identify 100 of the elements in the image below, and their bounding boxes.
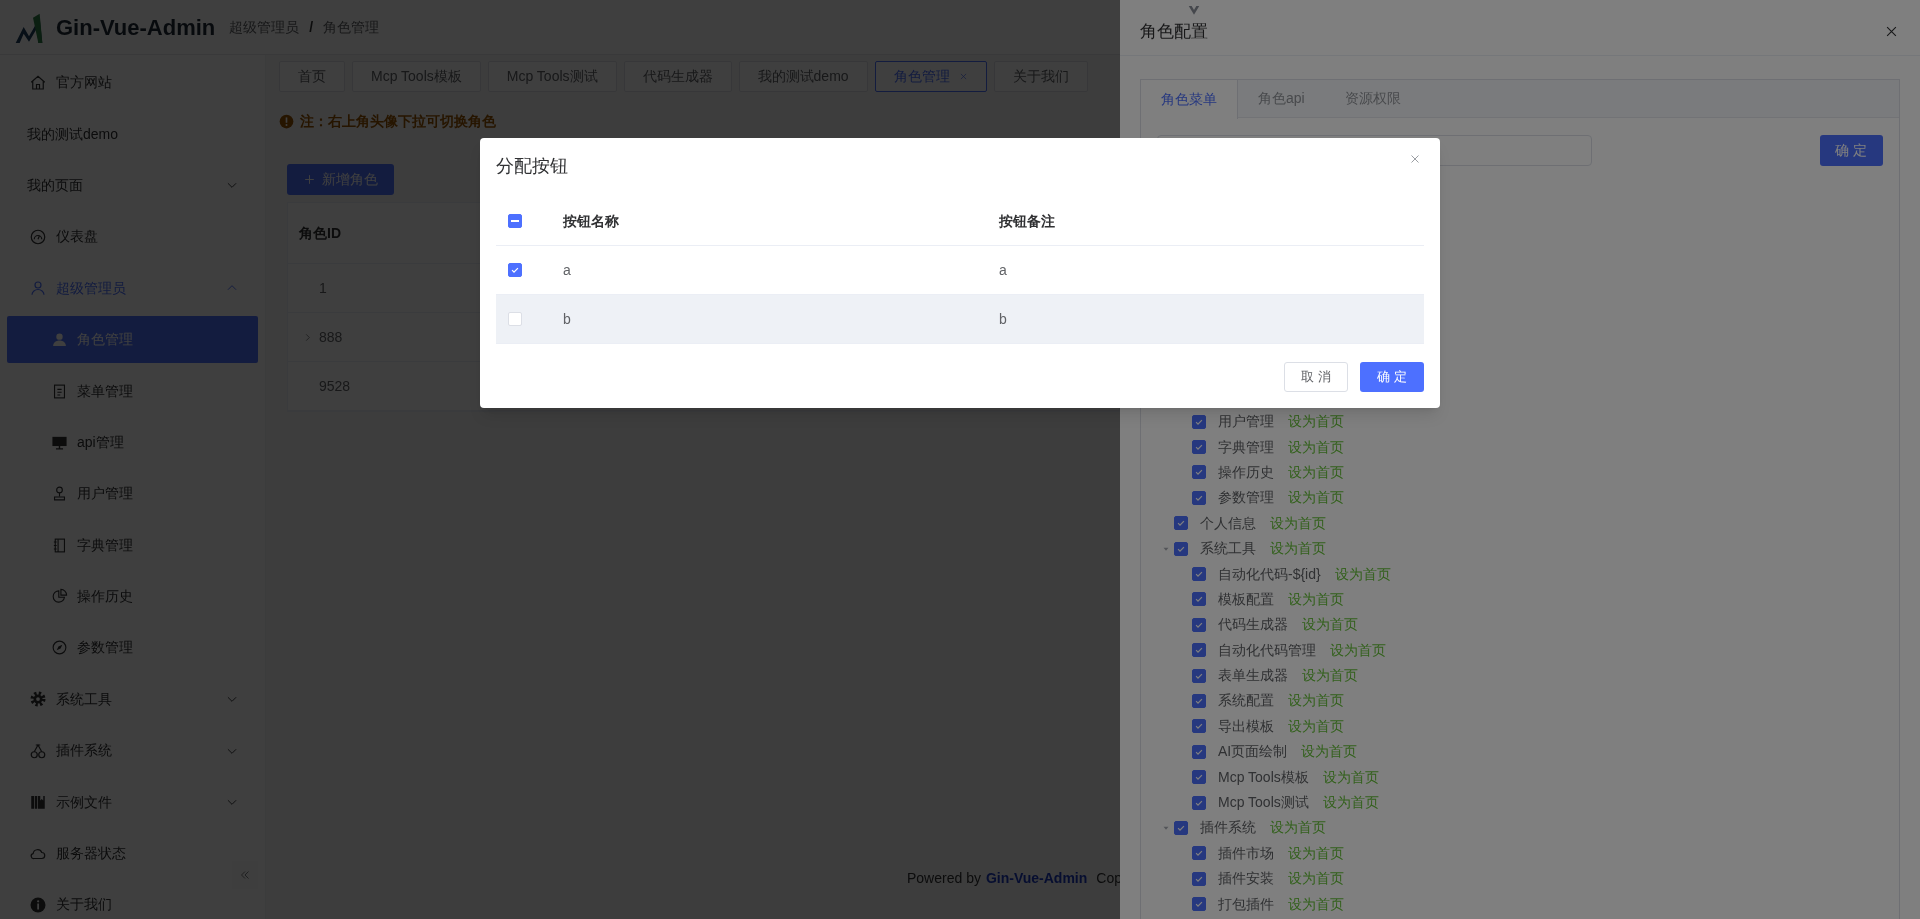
checkbox[interactable] xyxy=(1192,694,1206,708)
set-home-link[interactable]: 设为首页 xyxy=(1288,893,1344,915)
tree-item-label[interactable]: 系统配置 xyxy=(1218,690,1274,712)
check-icon xyxy=(1194,721,1204,732)
close-button[interactable] xyxy=(1409,153,1421,165)
tree-item-label[interactable]: 参数管理 xyxy=(1218,487,1274,509)
checkbox[interactable] xyxy=(1174,820,1188,835)
set-home-link[interactable]: 设为首页 xyxy=(1288,461,1344,483)
table-cell: b xyxy=(563,311,571,327)
user-filled-icon xyxy=(51,331,68,349)
document-icon xyxy=(51,382,68,400)
check-icon xyxy=(1194,696,1204,706)
notice-text: 注：右上角头像下拉可切换角色 xyxy=(300,111,496,131)
tree-item-label[interactable]: 自动化代码-${id} xyxy=(1218,563,1321,585)
set-home-link[interactable]: 设为首页 xyxy=(1288,411,1344,433)
tree-item-label[interactable]: 用户管理 xyxy=(1218,411,1274,433)
set-home-link[interactable]: 设为首页 xyxy=(1270,538,1326,560)
check-icon xyxy=(1194,848,1204,859)
checkbox[interactable] xyxy=(1192,465,1206,480)
set-home-link[interactable]: 设为首页 xyxy=(1288,690,1344,712)
logo-icon xyxy=(13,11,45,43)
table-cell: a xyxy=(999,262,1007,278)
check-icon xyxy=(1194,569,1204,580)
check-icon xyxy=(1194,594,1204,605)
checkbox[interactable] xyxy=(1192,643,1206,658)
tree-item-label[interactable]: 字典管理 xyxy=(1218,436,1274,458)
check-icon xyxy=(1194,442,1204,453)
column-header: 按钮备注 xyxy=(999,212,1055,229)
checkbox[interactable] xyxy=(1192,414,1206,429)
set-home-link[interactable]: 设为首页 xyxy=(1322,792,1379,814)
confirm-button[interactable]: 确定 xyxy=(1820,135,1883,166)
check-icon xyxy=(1194,645,1204,656)
tree-item-label[interactable]: 代码生成器 xyxy=(1218,614,1288,636)
set-home-link[interactable]: 设为首页 xyxy=(1270,817,1326,839)
tree-item-label[interactable]: Mcp Tools模板 xyxy=(1218,766,1309,788)
info-icon xyxy=(29,895,47,914)
set-home-link[interactable]: 设为首页 xyxy=(1302,614,1358,636)
tree-item-label[interactable]: 导出模板 xyxy=(1218,715,1274,737)
checkbox[interactable] xyxy=(1192,617,1206,632)
set-home-link[interactable]: 设为首页 xyxy=(1270,512,1326,534)
checkbox[interactable] xyxy=(1192,846,1206,861)
cherry-icon xyxy=(29,741,47,760)
checkbox[interactable] xyxy=(1192,795,1206,810)
set-home-link[interactable]: 设为首页 xyxy=(1330,639,1386,661)
set-home-link[interactable]: 设为首页 xyxy=(1288,868,1344,890)
tree-item-label[interactable]: 插件安装 xyxy=(1218,868,1274,890)
checkbox[interactable] xyxy=(508,213,522,228)
tree-item-label[interactable]: 打包插件 xyxy=(1218,893,1274,915)
tree-item-label[interactable]: 个人信息 xyxy=(1200,512,1256,534)
table-row[interactable]: b b xyxy=(496,295,1424,344)
checkbox[interactable] xyxy=(1192,770,1206,785)
set-home-link[interactable]: 设为首页 xyxy=(1288,487,1344,509)
set-home-link[interactable]: 设为首页 xyxy=(1288,842,1344,864)
checkbox[interactable] xyxy=(1192,668,1206,683)
compass-icon xyxy=(51,639,68,657)
tree-item-label[interactable]: 表单生成器 xyxy=(1218,665,1288,687)
set-home-link[interactable]: 设为首页 xyxy=(1288,588,1344,610)
set-home-link[interactable]: 设为首页 xyxy=(1334,563,1391,585)
checkbox[interactable] xyxy=(1192,440,1206,455)
checkbox[interactable] xyxy=(1174,541,1188,556)
tree-item-label[interactable]: 系统工具 xyxy=(1200,538,1256,560)
checkbox[interactable] xyxy=(1192,744,1206,759)
warning-icon xyxy=(279,113,294,129)
check-icon xyxy=(510,265,520,275)
tree-item-label[interactable]: 插件系统 xyxy=(1200,817,1256,839)
triangle-icon xyxy=(1186,3,1201,17)
checkbox[interactable] xyxy=(1192,897,1206,912)
checkbox[interactable] xyxy=(1174,516,1188,531)
home-icon xyxy=(29,73,47,92)
cancel-button[interactable]: 取消 xyxy=(1284,362,1348,392)
tree-item-label[interactable]: AI页面绘制 xyxy=(1218,741,1288,763)
tree-item-label[interactable]: Mcp Tools测试 xyxy=(1218,792,1309,814)
books-icon xyxy=(29,793,47,812)
confirm-button[interactable]: 确定 xyxy=(1360,362,1424,392)
checkbox[interactable] xyxy=(1192,719,1206,734)
breadcrumb-separator: / xyxy=(309,17,314,37)
user-pin-icon xyxy=(51,485,68,503)
tree-item-label[interactable]: 模板配置 xyxy=(1218,588,1274,610)
checkbox[interactable] xyxy=(1192,490,1206,505)
set-home-link[interactable]: 设为首页 xyxy=(1301,741,1358,763)
set-home-link[interactable]: 设为首页 xyxy=(1288,715,1344,737)
drawer-tab[interactable]: 角色菜单 xyxy=(1141,80,1238,119)
checkbox[interactable] xyxy=(1192,871,1206,886)
tree-item-label[interactable]: 自动化代码管理 xyxy=(1218,639,1316,661)
column-header: 按钮名称 xyxy=(563,212,619,229)
set-home-link[interactable]: 设为首页 xyxy=(1302,665,1358,687)
set-home-link[interactable]: 设为首页 xyxy=(1322,766,1379,788)
tree-item-label[interactable]: 操作历史 xyxy=(1218,461,1274,483)
user-icon xyxy=(29,279,47,298)
checkbox[interactable] xyxy=(508,263,522,277)
check-icon xyxy=(1194,899,1204,910)
checkbox[interactable] xyxy=(1192,567,1206,582)
set-home-link[interactable]: 设为首页 xyxy=(1288,436,1344,458)
table-cell: a xyxy=(563,262,571,278)
pie-chart-icon xyxy=(51,588,68,606)
table-cell: b xyxy=(999,311,1007,327)
checkbox[interactable] xyxy=(1192,592,1206,607)
tree-item-label[interactable]: 插件市场 xyxy=(1218,842,1274,864)
gear-icon xyxy=(29,690,47,709)
check-icon xyxy=(1176,518,1186,529)
